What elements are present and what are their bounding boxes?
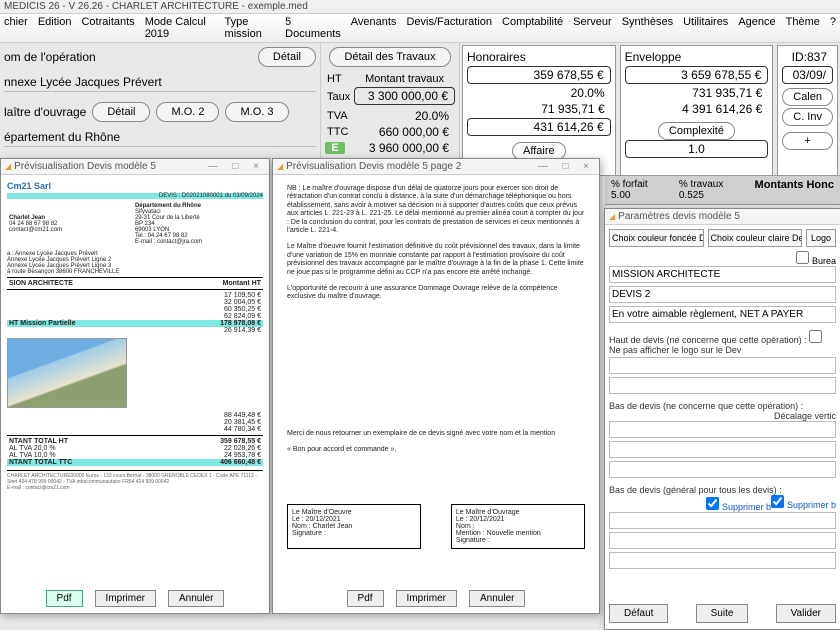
complexite-value[interactable]: 1.0 bbox=[625, 140, 769, 158]
basgen-input-3[interactable] bbox=[609, 552, 836, 569]
haut-input-1[interactable] bbox=[609, 357, 836, 374]
menu-agence[interactable]: Agence bbox=[738, 16, 775, 40]
dialog1-title: Prévisualisation Devis modèle 5 bbox=[14, 161, 156, 172]
cinv-button[interactable]: C. Inv bbox=[782, 108, 833, 126]
taux-value: 20.0% bbox=[354, 109, 455, 123]
menu-documents[interactable]: 5 Documents bbox=[285, 16, 341, 40]
devis2-input[interactable] bbox=[609, 286, 836, 303]
dialog2-title: Prévisualisation Devis modèle 5 page 2 bbox=[286, 161, 461, 172]
basgen-input-2[interactable] bbox=[609, 532, 836, 549]
tva-value: 660 000,00 € bbox=[354, 125, 455, 139]
calen-button[interactable]: Calen bbox=[782, 88, 833, 106]
d2-print-button[interactable]: Imprimer bbox=[396, 590, 457, 607]
menubar: chier Edition Cotraitants Mode Calcul 20… bbox=[0, 14, 840, 43]
haut-input-2[interactable] bbox=[609, 377, 836, 394]
menu-fichier[interactable]: chier bbox=[4, 16, 28, 40]
enveloppe-v3: 4 391 614,26 € bbox=[625, 102, 769, 116]
basgen-input-1[interactable] bbox=[609, 512, 836, 529]
preview-devis-dialog-2: Prévisualisation Devis modèle 5 page 2 — … bbox=[272, 158, 600, 614]
menu-edition[interactable]: Edition bbox=[38, 16, 72, 40]
menu-help[interactable]: ? bbox=[830, 16, 836, 40]
mo-detail-button[interactable]: Détail bbox=[92, 102, 150, 122]
date-field[interactable]: 03/09/ bbox=[782, 66, 833, 84]
honoraires-pct: 20.0% bbox=[467, 86, 611, 100]
honoraires-v1[interactable]: 359 678,55 € bbox=[467, 66, 611, 84]
choix-couleur-claire-button[interactable]: Choix couleur claire Devis bbox=[708, 229, 803, 247]
menu-syntheses[interactable]: Synthèses bbox=[622, 16, 673, 40]
d1-cancel-button[interactable]: Annuler bbox=[168, 590, 224, 607]
detail-button[interactable]: Détail bbox=[258, 47, 316, 67]
complexite-button[interactable]: Complexité bbox=[658, 122, 735, 140]
d1-print-button[interactable]: Imprimer bbox=[95, 590, 156, 607]
window-title: MEDICIS 26 - V 26.26 - CHARLET ARCHITECT… bbox=[0, 0, 840, 14]
enveloppe-title: Enveloppe bbox=[625, 50, 769, 64]
bas-input-2[interactable] bbox=[609, 441, 836, 458]
menu-compta[interactable]: Comptabilité bbox=[502, 16, 563, 40]
dialog2-window-controls[interactable]: — □ × bbox=[538, 161, 595, 172]
e-button[interactable]: E bbox=[325, 142, 345, 154]
menu-serveur[interactable]: Serveur bbox=[573, 16, 612, 40]
logo-button[interactable]: Logo bbox=[806, 229, 836, 247]
devis-ref: DEVIS : D02021080001 du 03/09/2024 bbox=[7, 193, 263, 199]
montant-label: Montant travaux bbox=[354, 73, 455, 85]
mo-value[interactable]: épartement du Rhône bbox=[4, 128, 316, 147]
detail-travaux-button[interactable]: Détail des Travaux bbox=[329, 47, 450, 67]
d1-pdf-button[interactable]: Pdf bbox=[46, 590, 83, 607]
d2-cancel-button[interactable]: Annuler bbox=[469, 590, 525, 607]
dialog1-window-controls[interactable]: — □ × bbox=[208, 161, 265, 172]
operation-label: om de l'opération bbox=[4, 50, 96, 64]
plus-button[interactable]: + bbox=[782, 132, 833, 150]
honoraires-title: Honoraires bbox=[467, 50, 611, 64]
enveloppe-v1[interactable]: 3 659 678,55 € bbox=[625, 66, 769, 84]
bas-input-1[interactable] bbox=[609, 421, 836, 438]
bureau-checkbox[interactable] bbox=[796, 251, 809, 264]
menu-type-mission[interactable]: Type mission bbox=[225, 16, 276, 40]
choix-couleur-foncee-button[interactable]: Choix couleur foncée Devis bbox=[609, 229, 704, 247]
mo3-button[interactable]: M.O. 3 bbox=[225, 102, 288, 122]
mission-input[interactable] bbox=[609, 266, 836, 283]
menu-utilitaires[interactable]: Utilitaires bbox=[683, 16, 728, 40]
preview-devis-dialog-1: Prévisualisation Devis modèle 5 — □ × Cm2… bbox=[0, 158, 270, 614]
dialog3-title: Paramètres devis modèle 5 bbox=[618, 211, 740, 222]
bas-input-3[interactable] bbox=[609, 461, 836, 478]
honoraires-v2: 71 935,71 € bbox=[467, 102, 611, 116]
menu-devis[interactable]: Devis/Facturation bbox=[406, 16, 492, 40]
ttc-value: 3 960 000,00 € bbox=[354, 141, 455, 155]
supp2-checkbox[interactable] bbox=[706, 497, 719, 510]
id-label: ID:837 bbox=[782, 50, 833, 64]
valider-button[interactable]: Valider bbox=[776, 604, 836, 623]
enveloppe-v2: 731 935,71 € bbox=[625, 86, 769, 100]
ttc-label: TTC bbox=[325, 125, 352, 139]
nologo-checkbox[interactable] bbox=[809, 330, 822, 343]
operation-value[interactable]: nnexe Lycée Jacques Prévert bbox=[4, 73, 316, 92]
suite-button[interactable]: Suite bbox=[696, 604, 749, 623]
menu-cotraitants[interactable]: Cotraitants bbox=[81, 16, 134, 40]
defaut-button[interactable]: Défaut bbox=[609, 604, 668, 623]
mo2-button[interactable]: M.O. 2 bbox=[156, 102, 219, 122]
d2-pdf-button[interactable]: Pdf bbox=[347, 590, 384, 607]
menu-theme[interactable]: Thème bbox=[786, 16, 820, 40]
montant-value[interactable]: 3 300 000,00 € bbox=[354, 87, 455, 105]
honoraires-v3[interactable]: 431 614,26 € bbox=[467, 118, 611, 136]
reglement-input[interactable] bbox=[609, 306, 836, 323]
company-logo: Cm21 Sarl bbox=[7, 181, 263, 191]
tva-label: TVA bbox=[325, 109, 352, 123]
params-devis-dialog: Paramètres devis modèle 5 Choix couleur … bbox=[604, 208, 840, 630]
montants-bar: % forfait5.00 % travaux0.525 Montants Ho… bbox=[605, 175, 840, 205]
mo-label: laître d'ouvrage bbox=[4, 105, 86, 119]
menu-avenants[interactable]: Avenants bbox=[351, 16, 397, 40]
menu-mode-calcul[interactable]: Mode Calcul 2019 bbox=[145, 16, 215, 40]
supp1-checkbox[interactable] bbox=[771, 495, 784, 508]
taux-label: Taux bbox=[325, 87, 352, 107]
ht-label: HT bbox=[325, 73, 352, 85]
building-photo bbox=[7, 338, 127, 408]
